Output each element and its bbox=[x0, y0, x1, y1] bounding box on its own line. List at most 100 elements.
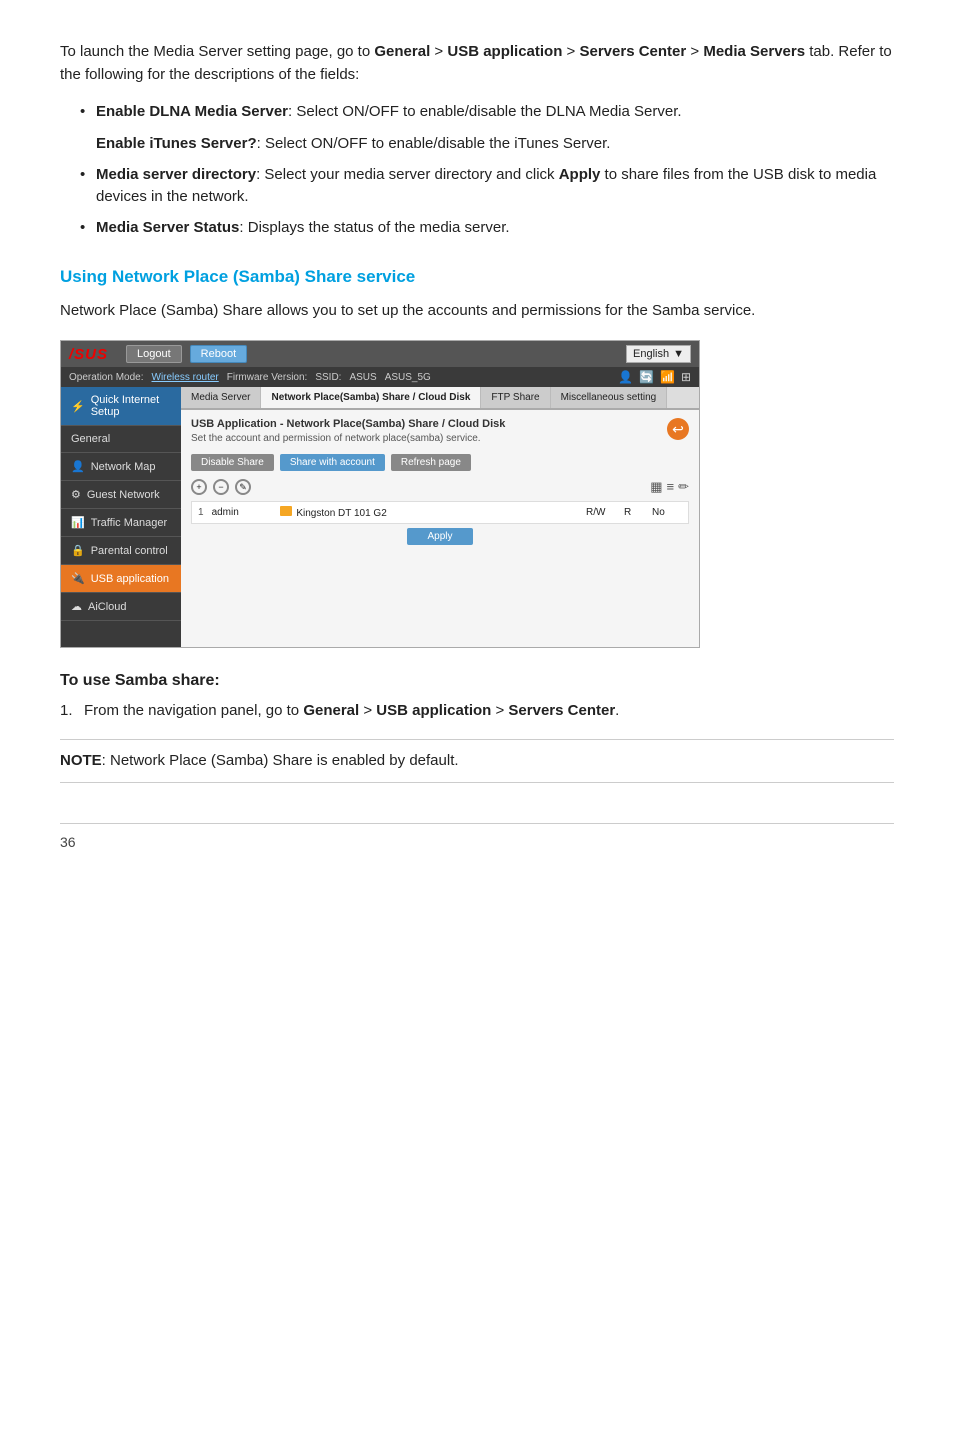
edit-circle-icon[interactable]: ✎ bbox=[235, 479, 251, 495]
wireless-router-link[interactable]: Wireless router bbox=[152, 372, 219, 383]
apply-btn-wrap: Apply bbox=[191, 528, 689, 545]
refresh-page-button[interactable]: Refresh page bbox=[391, 454, 471, 471]
main-content: To launch the Media Server setting page,… bbox=[60, 40, 894, 850]
bold-usb-app: USB application bbox=[447, 43, 562, 60]
content-subtitle: Set the account and permission of networ… bbox=[191, 433, 505, 444]
media-status-text: : Displays the status of the media serve… bbox=[239, 219, 509, 236]
minus-circle-icon[interactable]: − bbox=[213, 479, 229, 495]
step-1: 1. From the navigation panel, go to Gene… bbox=[60, 700, 894, 723]
feature-list-2: Media server directory: Select your medi… bbox=[80, 164, 894, 240]
language-label: English bbox=[633, 348, 669, 360]
right-icons: ▦ ≡ ✏ bbox=[650, 479, 689, 495]
sidebar-item-aicloud[interactable]: ☁ AiCloud bbox=[61, 593, 181, 621]
status-icons: 👤 🔄 📶 ⊞ bbox=[618, 370, 691, 384]
router-status-bar: Operation Mode: Wireless router Firmware… bbox=[61, 367, 699, 387]
network-map-icon: 👤 bbox=[71, 460, 85, 473]
bold-apply: Apply bbox=[559, 166, 601, 183]
sidebar-label-traffic: Traffic Manager bbox=[91, 517, 167, 529]
back-button[interactable]: ↩ bbox=[667, 418, 689, 440]
bullet-media-dir: Media server directory: Select your medi… bbox=[80, 164, 894, 209]
sidebar-item-quick-internet[interactable]: ⚡ Quick Internet Setup bbox=[61, 387, 181, 426]
tab-bar: Media Server Network Place(Samba) Share … bbox=[181, 387, 699, 410]
section-para: Network Place (Samba) Share allows you t… bbox=[60, 299, 894, 322]
list-icon3: ✏ bbox=[678, 479, 689, 495]
step-arrow2: > bbox=[491, 702, 508, 719]
tab-ftp-share[interactable]: FTP Share bbox=[481, 387, 550, 408]
note-bold: NOTE bbox=[60, 752, 102, 769]
tab-network-place[interactable]: Network Place(Samba) Share / Cloud Disk bbox=[261, 387, 481, 408]
folder-icon bbox=[280, 506, 292, 516]
row-no: No bbox=[652, 507, 682, 518]
ssid-val2: ASUS_5G bbox=[385, 372, 431, 383]
asus-logo: /SUS bbox=[69, 346, 108, 363]
bold-servers-center: Servers Center bbox=[579, 43, 686, 60]
sidebar-label-quick: Quick Internet Setup bbox=[91, 394, 171, 418]
sidebar-label-parental: Parental control bbox=[91, 545, 168, 557]
sidebar-label-general: General bbox=[71, 433, 110, 445]
sidebar-item-network-map[interactable]: 👤 Network Map bbox=[61, 453, 181, 481]
section-heading: Using Network Place (Samba) Share servic… bbox=[60, 267, 894, 287]
sidebar-item-usb-application[interactable]: 🔌 USB application bbox=[61, 565, 181, 593]
sidebar-item-traffic-manager[interactable]: 📊 Traffic Manager bbox=[61, 509, 181, 537]
bold-itunes: Enable iTunes Server? bbox=[96, 135, 257, 152]
itunes-item: Enable iTunes Server?: Select ON/OFF to … bbox=[96, 133, 894, 156]
note-text: : Network Place (Samba) Share is enabled… bbox=[102, 752, 459, 769]
sidebar-item-general[interactable]: General bbox=[61, 426, 181, 453]
intro-paragraph: To launch the Media Server setting page,… bbox=[60, 40, 894, 87]
usb-icon: 🔌 bbox=[71, 572, 85, 585]
icon-row: + − ✎ ▦ ≡ ✏ bbox=[191, 479, 689, 495]
language-select[interactable]: English ▼ bbox=[626, 345, 691, 363]
step-arrow1: > bbox=[359, 702, 376, 719]
sidebar-label-usb: USB application bbox=[91, 573, 169, 585]
step-bold-servers: Servers Center bbox=[508, 702, 615, 719]
folder-name: Kingston DT 101 G2 bbox=[296, 508, 386, 519]
sidebar-item-guest-network[interactable]: ⚙ Guest Network bbox=[61, 481, 181, 509]
quick-internet-icon: ⚡ bbox=[71, 400, 85, 413]
sidebar-item-parental-control[interactable]: 🔒 Parental control bbox=[61, 537, 181, 565]
page-number: 36 bbox=[60, 823, 894, 850]
operation-mode-label: Operation Mode: bbox=[69, 372, 144, 383]
step-text2: . bbox=[615, 702, 619, 719]
share-with-account-button[interactable]: Share with account bbox=[280, 454, 385, 471]
step-bold-general: General bbox=[303, 702, 359, 719]
apply-button[interactable]: Apply bbox=[407, 528, 472, 545]
row-user: admin bbox=[212, 507, 272, 518]
tab-misc-setting[interactable]: Miscellaneous setting bbox=[551, 387, 668, 408]
ssid-label: SSID: bbox=[315, 372, 341, 383]
bullet-media-status: Media Server Status: Displays the status… bbox=[80, 217, 894, 240]
disable-share-button[interactable]: Disable Share bbox=[191, 454, 274, 471]
bold-media-status: Media Server Status bbox=[96, 219, 239, 236]
bold-media-servers: Media Servers bbox=[703, 43, 805, 60]
bold-general: General bbox=[374, 43, 430, 60]
add-circle-icon[interactable]: + bbox=[191, 479, 207, 495]
grid-icon: ⊞ bbox=[681, 370, 691, 384]
row-r: R bbox=[624, 507, 644, 518]
row-number: 1 bbox=[198, 507, 204, 518]
sidebar-label-network: Network Map bbox=[91, 461, 156, 473]
sidebar-label-guest: Guest Network bbox=[87, 489, 160, 501]
use-heading: To use Samba share: bbox=[60, 672, 894, 690]
tab-media-server[interactable]: Media Server bbox=[181, 387, 261, 408]
dlna-text: : Select ON/OFF to enable/disable the DL… bbox=[288, 103, 682, 120]
sidebar-label-aicloud: AiCloud bbox=[88, 601, 127, 613]
content-title: USB Application - Network Place(Samba) S… bbox=[191, 418, 505, 430]
logout-button[interactable]: Logout bbox=[126, 345, 182, 363]
ssid-val1: ASUS bbox=[349, 372, 376, 383]
firmware-label: Firmware Version: bbox=[227, 372, 308, 383]
chevron-down-icon: ▼ bbox=[673, 348, 684, 360]
wifi-icon: 📶 bbox=[660, 370, 675, 384]
parental-control-icon: 🔒 bbox=[71, 544, 85, 557]
steps-list: 1. From the navigation panel, go to Gene… bbox=[60, 700, 894, 723]
person-icon: 👤 bbox=[618, 370, 633, 384]
note-box: NOTE: Network Place (Samba) Share is ena… bbox=[60, 739, 894, 784]
table-row: 1 admin Kingston DT 101 G2 R/W R No bbox=[191, 501, 689, 524]
list-icon2: ≡ bbox=[667, 479, 675, 495]
router-sidebar: ⚡ Quick Internet Setup General 👤 Network… bbox=[61, 387, 181, 647]
bold-dlna: Enable DLNA Media Server bbox=[96, 103, 288, 120]
list-icon1: ▦ bbox=[650, 479, 662, 495]
action-buttons: Disable Share Share with account Refresh… bbox=[191, 454, 689, 471]
step-bold-usb: USB application bbox=[376, 702, 491, 719]
reboot-button[interactable]: Reboot bbox=[190, 345, 247, 363]
step-1-text: From the navigation panel, go to bbox=[84, 702, 303, 719]
traffic-manager-icon: 📊 bbox=[71, 516, 85, 529]
